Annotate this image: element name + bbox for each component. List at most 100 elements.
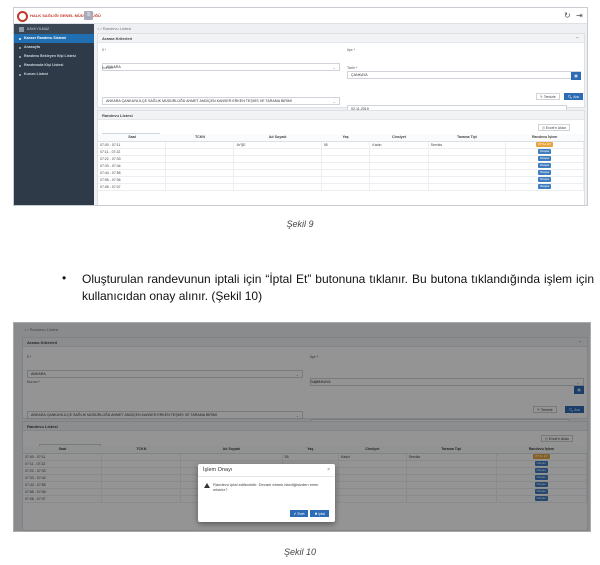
sidebar-item[interactable]: Anasayfa [14,43,94,52]
table-cell-tckn [165,141,235,149]
dialog-title: İşlem Onayı [203,467,233,473]
table-row: 07:00 - 07:11 AYŞE 55 Kadın Serviks İPTAL ET [98,141,584,149]
search-button[interactable]: 🔍︎ Ara [564,93,583,100]
instruction-paragraph: Oluşturulan randevunun iptali için “İpta… [82,272,594,303]
table-cell-yas: 55 [321,141,371,149]
sidebar-item-label: Randevuda Kişi Listesi [24,63,64,67]
logout-icon[interactable]: ⇥ [576,11,583,20]
breadcrumb[interactable]: ⌂ / Randevu Listesi [97,26,131,31]
table-cell-action: Oluştur [505,162,584,170]
confirm-dialog: İşlem Onayı × Randevu iptal edilecektir. … [198,464,335,522]
caption-sekil-10: Şekil 10 [283,547,317,557]
table-cell-cins: Kadın [369,141,429,149]
bullet-icon: • [62,271,67,285]
refresh-icon[interactable]: ↻ [564,11,571,20]
table-cell-tip [428,155,507,163]
table-row: 07:11 - 07:22 Oluştur [98,148,584,156]
warning-icon [204,483,210,488]
confirm-cancel-button[interactable]: ✖ İptal [310,510,329,517]
table-cell-cins [369,183,429,191]
column-header[interactable]: Saat [98,134,166,142]
sidebar-item[interactable]: Randevu Bekleyen Kişi Listesi [14,52,94,61]
confirm-yes-button[interactable]: ✔ Evet [289,510,309,517]
table-cell-tip [428,148,507,156]
sidebar-item-label: Kanser Randevu Sistemi [24,36,67,40]
table-row: 07:44 - 07:55 Oluştur [98,169,584,177]
clear-button[interactable]: ✎ Temizle [536,93,560,100]
table-cell-tckn [165,169,235,177]
table-row: 07:33 - 07:44 Oluştur [98,162,584,170]
chevron-down-icon: ⌄ [332,65,336,70]
il-select[interactable]: ANKARA ⌄ [102,63,340,71]
collapse-chevron-icon[interactable]: ⌃ [576,34,579,43]
create-appointment-button[interactable]: Oluştur [537,184,552,189]
column-header[interactable]: Cinsiyet [369,134,429,142]
table-cell-saat: 07:06 - 07:07 [98,183,167,191]
table-cell-action: Oluştur [505,155,584,163]
kurum-select[interactable]: ANKARA ÇANKAYA İLÇE SAĞLIK MÜDÜRLÜĞÜ AHM… [102,97,340,105]
create-appointment-button[interactable]: Oluştur [537,163,552,168]
menu-bullet-icon [19,55,21,58]
panel-title: Arama Kriterleri [102,36,133,41]
sidebar-item-label: Kurum Listesi [24,72,48,76]
menu-collapse-icon[interactable]: ≡ [84,11,93,20]
appointment-table: Saat TCKN Ad Soyadı Yaş Cinsiyet Tarama Tipi R… [98,134,584,191]
table-cell-cins [369,155,429,163]
panel-title: Randevu Listesi [102,113,133,118]
panel-header: Arama Kriterleri ⌃ [98,34,584,43]
table-cell-tip [428,169,507,177]
avatar [19,26,24,32]
user-bar: KAYA YILMAZ [14,24,94,34]
table-cell-yas [321,176,371,184]
table-cell-yas [321,162,371,170]
chevron-down-icon: ⌄ [332,99,336,104]
sidebar-item-label: Anasayfa [24,45,40,49]
table-cell-saat: 07:11 - 07:22 [98,148,167,156]
menu-bullet-icon [19,73,21,76]
table-cell-tckn [165,155,235,163]
create-appointment-button[interactable]: Oluştur [537,177,552,182]
column-header[interactable]: Randevu İşlem [505,134,584,142]
table-cell-saat: 07:00 - 07:11 [98,141,167,149]
column-header[interactable]: Ad Soyadı [233,134,322,142]
dialog-message: Randevu iptal edilecektir. Devam etmek i… [213,482,319,492]
table-cell-yas [321,155,371,163]
user-name: KAYA YILMAZ [27,27,50,31]
column-header[interactable]: Tarama Tipi [428,134,506,142]
column-header[interactable]: Yaş [321,134,370,142]
calendar-icon[interactable]: ▦ [571,72,581,80]
kurum-label: Kurum * [102,66,115,70]
table-cell-tip [428,176,507,184]
table-cell-ad [233,176,322,184]
table-cell-yas [321,148,371,156]
close-icon[interactable]: × [327,464,330,477]
search-criteria-panel: Arama Kriterleri ⌃ İl * ANKARA ⌄ İlçe * ÇA… [97,33,585,113]
table-cell-action: Oluştur [505,148,584,156]
sidebar-item[interactable]: Kanser Randevu Sistemi [14,34,94,43]
create-appointment-button[interactable]: Oluştur [537,149,552,154]
create-appointment-button[interactable]: Oluştur [537,156,552,161]
ministry-logo-icon [17,11,28,22]
tarih-label: Tarih * [347,66,358,70]
table-cell-cins [369,148,429,156]
top-bar: HALK SAĞLIĞI GENEL MÜDÜRLÜĞÜ ≡ ↻ ⇥ [14,8,587,24]
menu-bullet-icon [19,37,21,40]
table-cell-cins [369,176,429,184]
table-cell-cins [369,162,429,170]
cancel-appointment-button[interactable]: İPTAL ET [536,142,553,147]
table-cell-tip [428,183,507,191]
sidebar-item[interactable]: Kurum Listesi [14,70,94,79]
table-header-row: Saat TCKN Ad Soyadı Yaş Cinsiyet Tarama Tipi R… [98,134,584,142]
column-header[interactable]: TCKN [165,134,234,142]
table-cell-saat: 07:33 - 07:44 [98,162,167,170]
screenshot-sekil-10: ⌂ / Randevu Listesi Arama Kriterleri ⌃ İl… [13,322,591,532]
excel-export-button[interactable]: ⎙ Excel'e Aktar [538,124,570,131]
appointment-table-wrap: Saat TCKN Ad Soyadı Yaş Cinsiyet Tarama Tipi R… [98,134,584,191]
table-cell-ad [233,162,322,170]
table-cell-saat: 07:44 - 07:55 [98,169,167,177]
table-cell-tckn [165,176,235,184]
table-cell-ad: AYŞE [233,141,322,149]
ilce-select[interactable]: ÇANKAYA⌄ [347,71,581,79]
create-appointment-button[interactable]: Oluştur [537,170,552,175]
sidebar-item[interactable]: Randevuda Kişi Listesi [14,61,94,70]
